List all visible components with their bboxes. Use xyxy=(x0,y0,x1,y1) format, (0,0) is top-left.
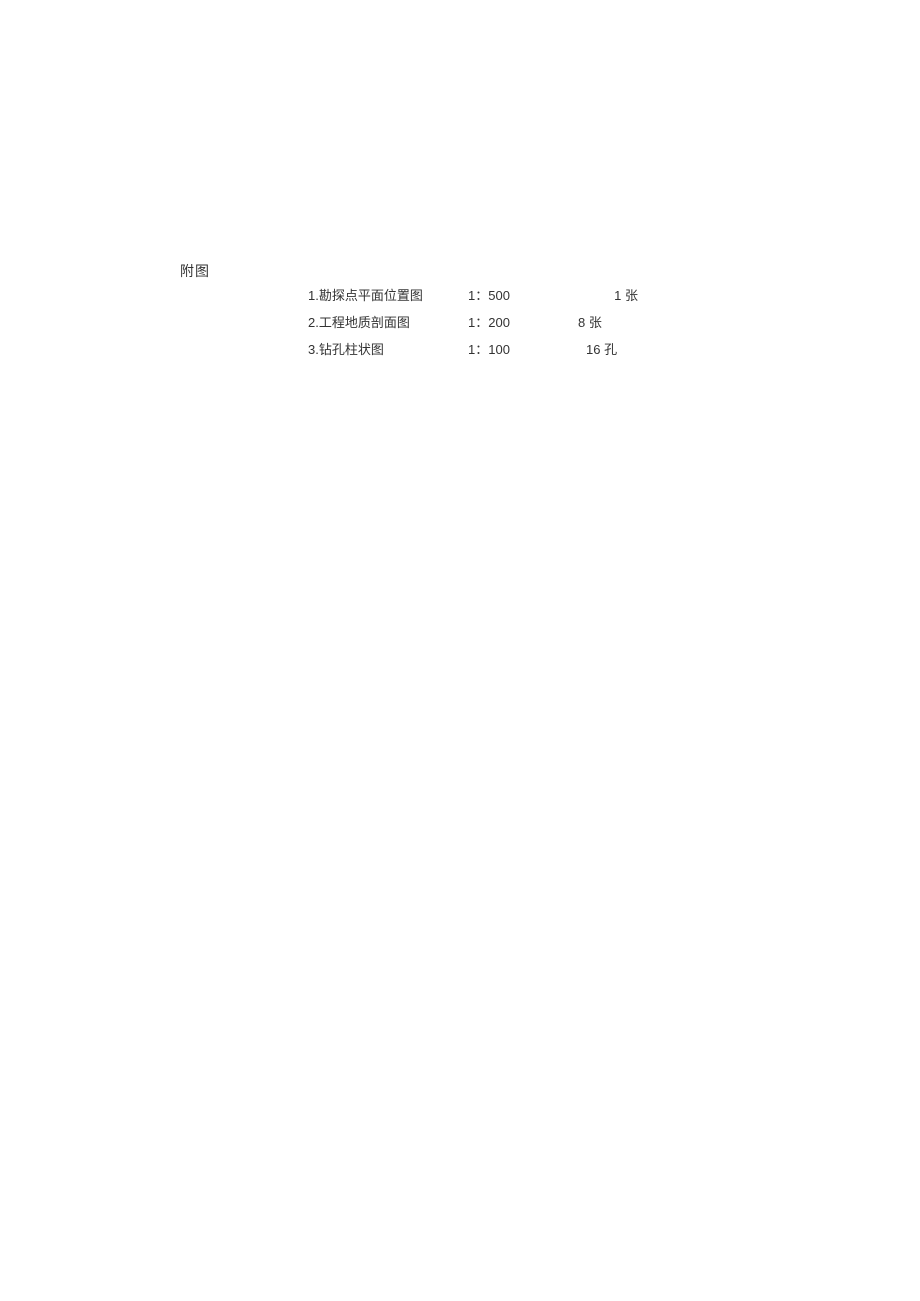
attachment-scale: 1：200 xyxy=(468,313,578,334)
section-label: 附图 xyxy=(180,261,210,281)
attachment-count: 1 张 xyxy=(578,286,638,307)
attachment-count: 16 孔 xyxy=(578,340,638,361)
attachment-row: 3.钻孔柱状图 1：100 16 孔 xyxy=(308,340,638,361)
attachment-name: 2.工程地质剖面图 xyxy=(308,313,468,334)
attachment-name: 1.勘探点平面位置图 xyxy=(308,286,468,307)
attachment-row: 1.勘探点平面位置图 1：500 1 张 xyxy=(308,286,638,307)
attachment-list: 1.勘探点平面位置图 1：500 1 张 2.工程地质剖面图 1：200 8 张… xyxy=(308,286,638,360)
attachment-row: 2.工程地质剖面图 1：200 8 张 xyxy=(308,313,638,334)
attachment-name: 3.钻孔柱状图 xyxy=(308,340,468,361)
attachment-scale: 1：500 xyxy=(468,286,578,307)
attachment-count: 8 张 xyxy=(578,313,638,334)
attachment-scale: 1：100 xyxy=(468,340,578,361)
